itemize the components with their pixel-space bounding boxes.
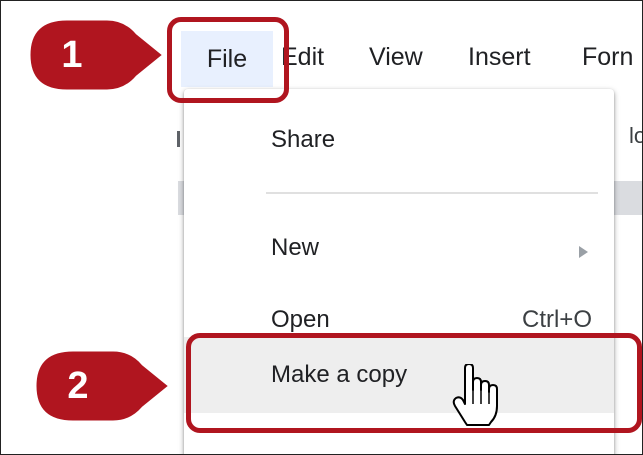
step-1-callout: 1	[19, 15, 167, 95]
menu-format[interactable]: Forn	[582, 39, 633, 75]
toolbar-fragment	[177, 131, 180, 147]
screenshot-frame: File Edit View Insert Forn lo Share New …	[0, 0, 643, 455]
ruler-fragment-right	[613, 181, 642, 215]
hand-pointer-icon	[452, 364, 498, 426]
menu-item-label: New	[271, 234, 320, 261]
step-number: 1	[61, 34, 83, 76]
toolbar-text-fragment: lo	[629, 123, 642, 148]
triangle-right-icon	[579, 246, 588, 258]
make-a-copy-highlight-box	[186, 333, 642, 433]
file-highlight-box	[167, 17, 289, 103]
menu-view[interactable]: View	[369, 39, 423, 75]
menu-item-label: Share	[271, 126, 336, 153]
menu-item-new[interactable]: New	[184, 224, 614, 274]
menu-separator	[266, 192, 598, 194]
menu-item-label: Open	[271, 306, 330, 333]
step-number: 2	[67, 365, 89, 407]
step-2-callout: 2	[25, 346, 173, 426]
menu-insert[interactable]: Insert	[468, 39, 531, 75]
menu-item-shortcut: Ctrl+O	[521, 306, 592, 333]
menu-item-share[interactable]: Share	[184, 116, 614, 166]
